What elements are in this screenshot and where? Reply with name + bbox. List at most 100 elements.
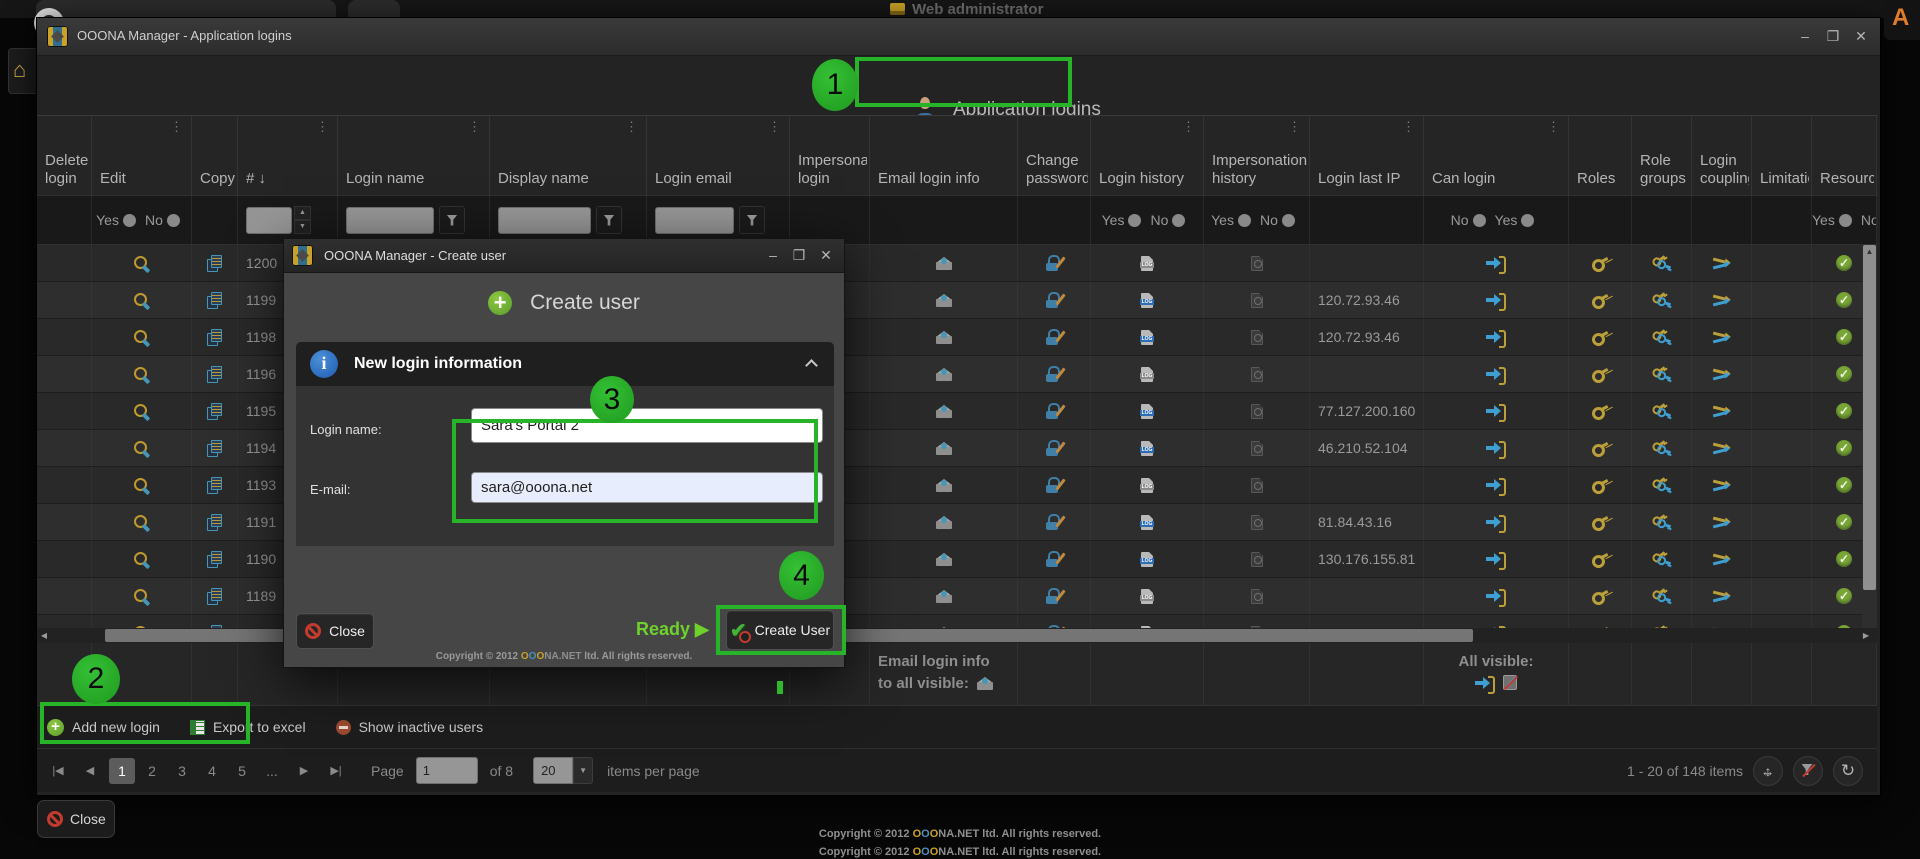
column-header-login_email[interactable]: ⋮Login email — [647, 116, 790, 195]
cell-delete[interactable] — [37, 282, 92, 318]
radio-icon[interactable] — [1238, 214, 1251, 227]
mail-open-icon[interactable] — [936, 479, 952, 492]
background-tab[interactable] — [36, 0, 336, 18]
cell-email_info[interactable] — [870, 615, 1018, 628]
pager-page-1[interactable]: 1 — [109, 758, 135, 784]
cell-role_groups[interactable] — [1632, 430, 1692, 466]
dialog-titlebar[interactable]: OOONA Manager - Create user – ❐ ✕ — [284, 239, 844, 273]
cell-login_history[interactable]: LOG — [1091, 393, 1204, 429]
mail-open-icon[interactable] — [936, 516, 952, 529]
login-arrow-icon[interactable] — [1486, 367, 1506, 381]
cell-copy[interactable] — [192, 282, 238, 318]
chevron-down-icon[interactable]: ▼ — [573, 757, 593, 784]
shuffle-icon[interactable] — [1713, 589, 1731, 604]
pager-last-button[interactable]: ▶| — [323, 758, 349, 784]
radio-icon[interactable] — [1282, 214, 1295, 227]
column-header-login_history[interactable]: ⋮Login history — [1091, 116, 1204, 195]
cell-role_groups[interactable] — [1632, 245, 1692, 281]
cell-imp_history[interactable] — [1204, 541, 1310, 577]
cell-roles[interactable] — [1569, 282, 1632, 318]
cell-change_pw[interactable] — [1018, 467, 1091, 503]
lock-edit-icon[interactable] — [1046, 255, 1062, 271]
cell-copy[interactable] — [192, 393, 238, 429]
cell-change_pw[interactable] — [1018, 245, 1091, 281]
check-circle-icon[interactable] — [1836, 514, 1852, 530]
cell-change_pw[interactable] — [1018, 504, 1091, 540]
magnifier-icon[interactable] — [133, 514, 150, 531]
radio-option-yes[interactable]: Yes — [1211, 212, 1234, 228]
cell-change_pw[interactable] — [1018, 578, 1091, 614]
keys-pair-icon[interactable] — [1652, 514, 1672, 531]
cell-role_groups[interactable] — [1632, 541, 1692, 577]
spinner-up-icon[interactable]: ▲ — [294, 206, 311, 220]
column-header-limitations[interactable]: Limitations — [1752, 116, 1812, 195]
cell-change_pw[interactable] — [1018, 541, 1091, 577]
column-header-coupling[interactable]: Login coupling — [1692, 116, 1752, 195]
mail-open-icon[interactable] — [936, 553, 952, 566]
column-header-can_login[interactable]: ⋮Can login — [1424, 116, 1569, 195]
close-window-button[interactable]: ✕ — [1848, 25, 1874, 47]
copy-icon[interactable] — [207, 255, 222, 271]
radio-option-no[interactable]: No — [1150, 212, 1168, 228]
background-close-button[interactable]: Close — [37, 800, 115, 838]
cell-login_history[interactable]: LOG — [1091, 245, 1204, 281]
check-circle-icon[interactable] — [1836, 440, 1852, 456]
cell-change_pw[interactable] — [1018, 319, 1091, 355]
cell-login_history[interactable]: LOG — [1091, 504, 1204, 540]
cell-can_login[interactable] — [1424, 504, 1569, 540]
ghost-file-icon[interactable] — [1251, 552, 1263, 567]
edit-slash-icon[interactable] — [1503, 675, 1517, 690]
radio-icon[interactable] — [123, 214, 136, 227]
maximize-button[interactable]: ❐ — [1820, 25, 1846, 47]
key-icon[interactable] — [1589, 327, 1611, 346]
keys-pair-icon[interactable] — [1652, 255, 1672, 272]
copy-icon[interactable] — [207, 366, 222, 382]
ghost-file-icon[interactable] — [1251, 478, 1263, 493]
keys-pair-icon[interactable] — [1652, 551, 1672, 568]
column-header-login_name[interactable]: ⋮Login name — [338, 116, 490, 195]
column-header-delete[interactable]: Delete login — [37, 116, 92, 195]
ghost-file-icon[interactable] — [1251, 404, 1263, 419]
cell-role_groups[interactable] — [1632, 578, 1692, 614]
cell-copy[interactable] — [192, 430, 238, 466]
keys-pair-icon[interactable] — [1652, 588, 1672, 605]
cell-can_login[interactable] — [1424, 356, 1569, 392]
log-file-icon[interactable]: LOG — [1141, 515, 1153, 530]
cell-role_groups[interactable] — [1632, 319, 1692, 355]
copy-icon[interactable] — [207, 403, 222, 419]
keys-pair-icon[interactable] — [1652, 292, 1672, 309]
ghost-file-icon[interactable] — [1251, 293, 1263, 308]
cell-roles[interactable] — [1569, 578, 1632, 614]
key-icon[interactable] — [1589, 364, 1611, 383]
column-header-num[interactable]: ⋮# ↓ — [238, 116, 338, 195]
shuffle-icon[interactable] — [1713, 515, 1731, 530]
cell-coupling[interactable] — [1692, 356, 1752, 392]
log-file-icon[interactable]: LOG — [1141, 404, 1153, 419]
copy-icon[interactable] — [207, 440, 222, 456]
column-menu-icon[interactable]: ⋮ — [1402, 119, 1415, 135]
cell-coupling[interactable] — [1692, 430, 1752, 466]
cell-coupling[interactable] — [1692, 393, 1752, 429]
cell-role_groups[interactable] — [1632, 504, 1692, 540]
key-icon[interactable] — [1589, 586, 1611, 605]
column-menu-icon[interactable]: ⋮ — [1547, 119, 1560, 135]
check-circle-icon[interactable] — [1836, 403, 1852, 419]
cell-role_groups[interactable] — [1632, 356, 1692, 392]
log-file-icon[interactable]: LOG — [1141, 552, 1153, 567]
cell-email_info[interactable] — [870, 319, 1018, 355]
scroll-left-icon[interactable]: ◀ — [37, 628, 51, 643]
login-arrow-icon[interactable] — [1486, 256, 1506, 270]
cell-login_history[interactable]: LOG — [1091, 541, 1204, 577]
radio-icon[interactable] — [1128, 214, 1141, 227]
cell-imp_history[interactable] — [1204, 578, 1310, 614]
cell-delete[interactable] — [37, 615, 92, 628]
shuffle-icon[interactable] — [1713, 478, 1731, 493]
cell-coupling[interactable] — [1692, 615, 1752, 628]
filter-button[interactable] — [739, 206, 765, 234]
mail-open-icon[interactable] — [936, 442, 952, 455]
cell-copy[interactable] — [192, 615, 238, 628]
log-file-icon[interactable]: LOG — [1141, 256, 1153, 271]
radio-icon[interactable] — [1521, 214, 1534, 227]
spinner-down-icon[interactable]: ▼ — [294, 220, 311, 234]
login-arrow-icon[interactable] — [1486, 293, 1506, 307]
